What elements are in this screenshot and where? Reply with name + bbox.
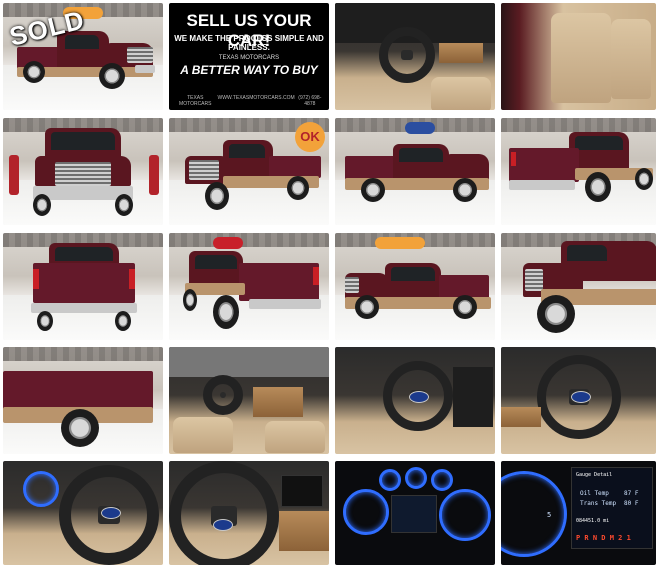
rear-seat: [611, 19, 651, 99]
photo-front-sold[interactable]: SOLD: [3, 3, 163, 110]
photo-wheel-console[interactable]: [169, 461, 329, 565]
conoco-sign: [213, 237, 243, 249]
photo-rear-left[interactable]: [169, 233, 329, 340]
temp-gauge: [379, 469, 401, 491]
photo-dash-driver[interactable]: [335, 3, 495, 110]
showroom-sign: [405, 122, 435, 134]
steering-wheel: [169, 461, 279, 565]
ford-logo-icon: [571, 391, 591, 403]
gear-selector: P R N D M 2 1: [576, 534, 631, 542]
wood-trim: [439, 43, 483, 63]
photo-gauge-cluster[interactable]: [335, 461, 495, 565]
oil-gauge: [431, 469, 453, 491]
truck: [345, 144, 491, 214]
odometer: 084451.0 mi: [576, 518, 610, 524]
ad-footer-brand: TEXAS MOTORCARS: [179, 95, 212, 107]
ford-logo-icon: [409, 391, 429, 403]
ford-logo-icon: [213, 519, 233, 531]
photo-side-left[interactable]: [335, 118, 495, 225]
trans-temp-value: 80 F: [624, 500, 639, 507]
gas-pump: [149, 155, 159, 195]
photo-front-three-quarter[interactable]: OK: [169, 118, 329, 225]
ad-footer-site: WWW.TEXASMOTORCARS.COM: [217, 95, 295, 101]
driver-seat: [551, 13, 611, 103]
ad-sell-us-your-car[interactable]: SELL US YOUR CAR! WE MAKE THE PROCESS SI…: [169, 3, 329, 110]
speedometer-gauge: [501, 471, 567, 557]
ad-subline: WE MAKE THE PROCESS SIMPLE AND PAINLESS.: [174, 34, 324, 52]
oil-temp-label: Oil Temp: [580, 490, 609, 497]
steering-wheel: [203, 375, 243, 415]
gauge: [23, 471, 59, 507]
ad-footer: TEXAS MOTORCARS WWW.TEXASMOTORCARS.COM (…: [173, 95, 325, 107]
wood-trim: [253, 387, 303, 417]
gauge-number: 5: [547, 511, 552, 519]
photo-interior-wide[interactable]: [169, 347, 329, 454]
truck: [183, 136, 323, 216]
photo-gauge-detail[interactable]: 5 Gauge Detail Oil Temp 87 F Trans Temp …: [501, 461, 656, 565]
ad-brand: TEXAS MOTORCARS: [218, 55, 280, 61]
sunroof: [169, 347, 329, 377]
photo-rear-three-quarter[interactable]: [501, 118, 656, 225]
wood-trim: [501, 407, 541, 427]
speedometer-gauge: [439, 489, 491, 541]
ford-logo-icon: [101, 507, 121, 519]
photo-steering-wheel[interactable]: [335, 347, 495, 454]
nav-screen: [281, 475, 323, 507]
gas-pump: [9, 155, 19, 195]
photo-rear[interactable]: [3, 233, 163, 340]
dashboard: [453, 367, 493, 427]
tachometer-gauge: [343, 489, 389, 535]
photo-steering-dash[interactable]: [501, 347, 656, 454]
truck: [343, 263, 493, 327]
trans-temp-label: Trans Temp: [580, 500, 617, 507]
photo-front-seats[interactable]: [501, 3, 656, 110]
photo-bed-side[interactable]: [3, 347, 163, 454]
truck-rear: [29, 243, 139, 333]
chief-pontiac-sign: [375, 237, 425, 249]
oil-temp-value: 87 F: [624, 490, 639, 497]
photo-front-grille[interactable]: [3, 118, 163, 225]
gauge-detail-screen: Gauge Detail Oil Temp 87 F Trans Temp 80…: [571, 467, 653, 549]
screen-title: Gauge Detail: [576, 472, 613, 478]
photo-front-right[interactable]: [501, 233, 656, 340]
wood-trim: [279, 511, 329, 551]
truck: [509, 132, 655, 212]
truck: [179, 249, 325, 335]
photo-wheel-closeup[interactable]: [3, 461, 163, 565]
steering-wheel: [379, 27, 435, 83]
ad-tagline: A BETTER WAY TO BUY: [180, 63, 318, 77]
truck: [3, 361, 163, 451]
photo-gallery: SOLD SELL US YOUR CAR! WE MAKE THE PROCE…: [0, 0, 658, 567]
fuel-gauge: [405, 467, 427, 489]
photo-side-right[interactable]: [335, 233, 495, 340]
seat: [431, 77, 491, 110]
ad-footer-phone: (972) 698-4878: [298, 95, 322, 107]
seat: [173, 417, 233, 453]
seat: [265, 421, 325, 453]
truck: [511, 241, 656, 337]
info-display: [391, 495, 437, 533]
truck-front: [31, 128, 135, 218]
